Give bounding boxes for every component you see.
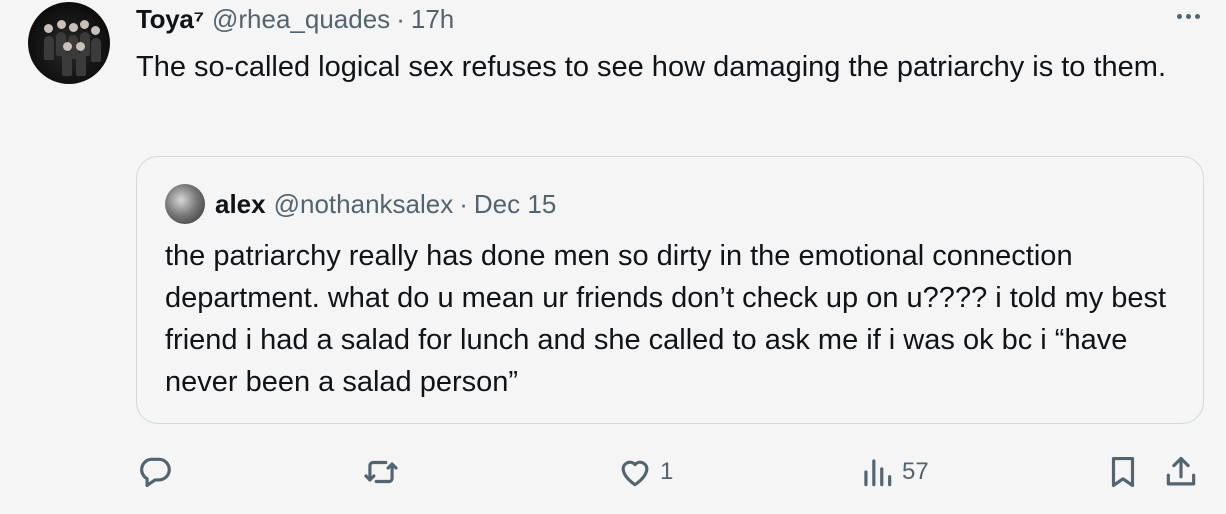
tweet: Toya⁷ @rhea_quades · 17h The so-called l… [0,0,1226,514]
author-name[interactable]: Toya⁷ [136,4,204,35]
action-bar: 1 57 [136,448,1206,496]
views-count: 57 [902,458,929,485]
tweet-text: The so-called logical sex refuses to see… [136,51,1167,83]
tweet-timestamp[interactable]: 17h [411,4,454,35]
quoted-author-name: alex [215,188,266,219]
tweet-header: Toya⁷ @rhea_quades · 17h [136,4,454,38]
quoted-tweet-text: the patriarchy really has done men so di… [165,240,1167,398]
quoted-tweet-date: Dec 15 [473,188,557,219]
views-button[interactable]: 57 [858,452,929,492]
quoted-tweet-header: alex @nothanksalex · Dec 15 [165,184,557,224]
reply-icon [140,457,171,488]
like-button[interactable]: 1 [616,452,673,492]
author-avatar[interactable] [28,2,110,84]
views-icon [864,459,892,487]
quoted-author-avatar [165,184,205,224]
quoted-author-handle: @nothanksalex [273,188,454,219]
bookmark-button[interactable] [1104,452,1142,492]
share-button[interactable] [1162,452,1200,492]
reply-button[interactable] [136,452,174,492]
share-icon [1166,456,1196,486]
heart-icon [621,460,649,487]
quoted-header-separator: · [459,188,468,219]
quoted-tweet[interactable]: alex @nothanksalex · Dec 15 the patriarc… [136,156,1204,424]
retweet-button[interactable] [362,452,400,492]
bookmark-icon [1111,456,1135,488]
like-count: 1 [660,458,674,485]
more-options-icon[interactable] [1177,14,1200,19]
retweet-icon [364,460,398,484]
header-separator: · [396,4,405,34]
author-handle[interactable]: @rhea_quades [212,4,390,35]
